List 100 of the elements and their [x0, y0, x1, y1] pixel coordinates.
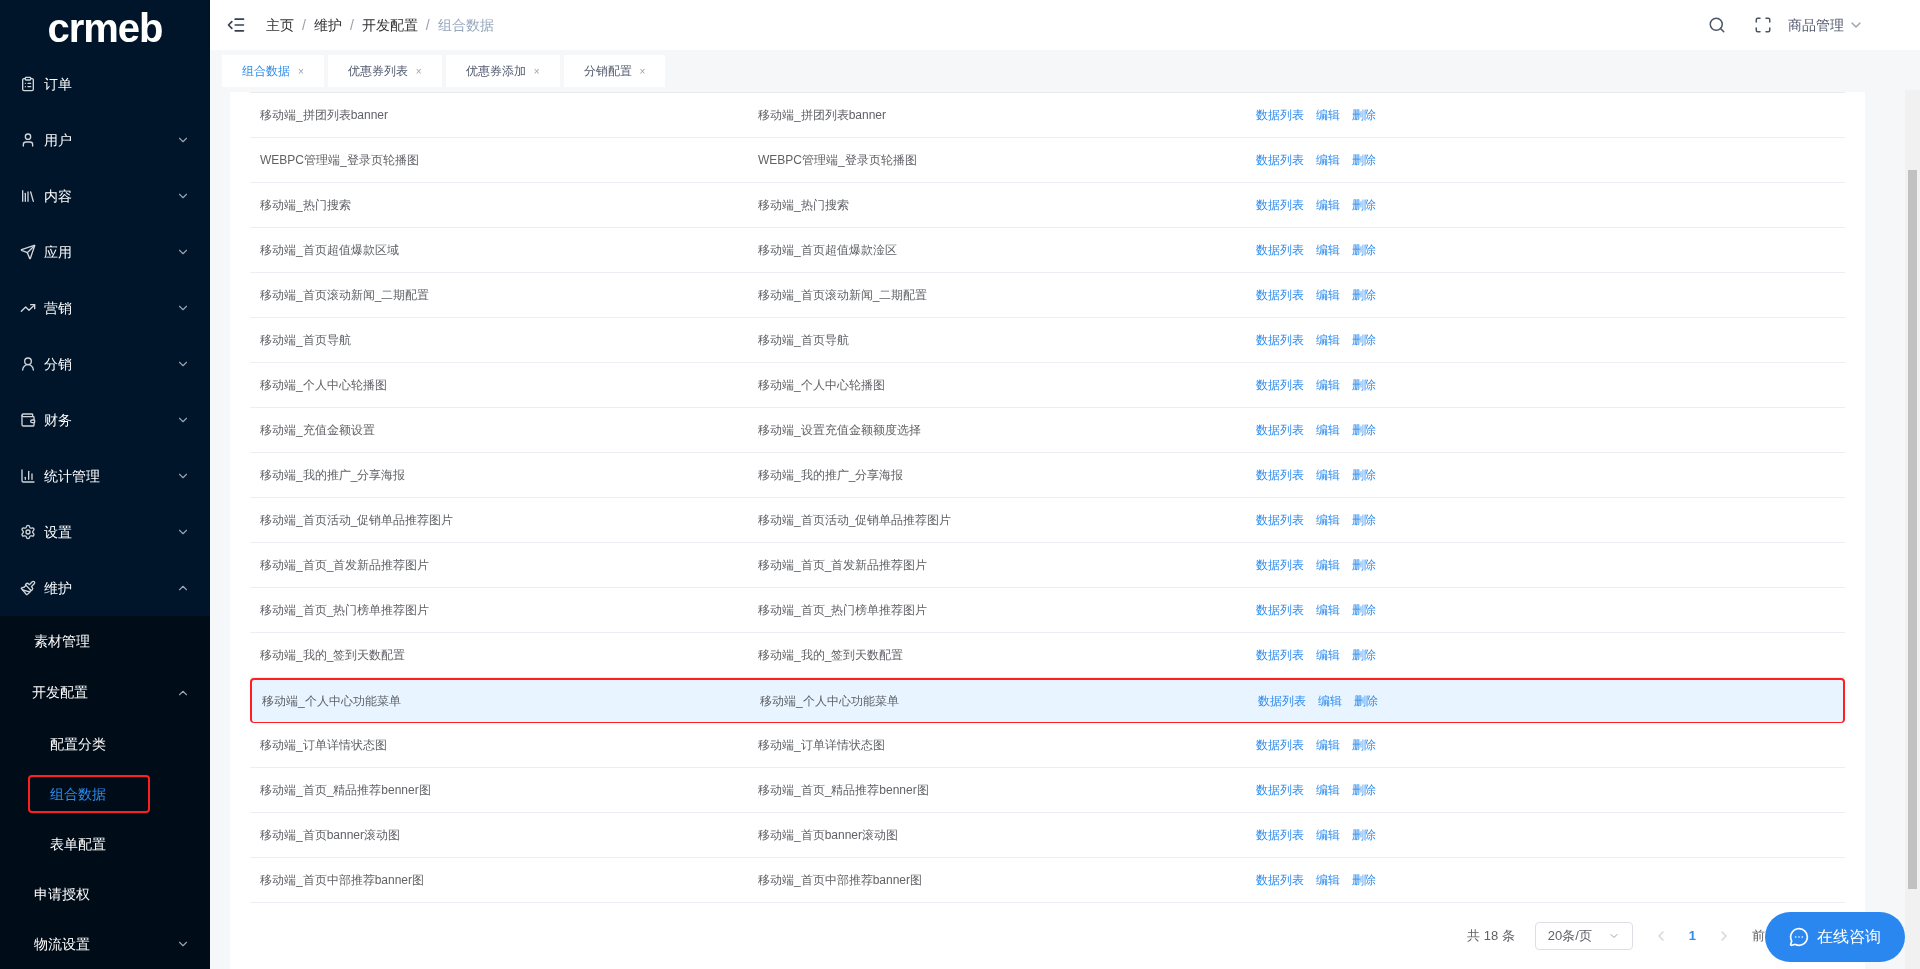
table-cell-text: 移动端_首页_精品推荐benner图 [757, 782, 930, 799]
action-link[interactable]: 删除 [1352, 421, 1376, 439]
action-link[interactable]: 编辑 [1316, 106, 1340, 124]
page-tab[interactable]: 组合数据 × [222, 55, 324, 87]
user-icon [20, 356, 36, 372]
sidebar-item[interactable]: 维护 [0, 560, 210, 616]
user-menu[interactable]: 商品管理 [1788, 14, 1864, 36]
page-tab[interactable]: 优惠券列表 × [327, 55, 442, 87]
search-icon[interactable] [1708, 16, 1726, 34]
action-link[interactable]: 数据列表 [1256, 781, 1304, 799]
bar-chart-icon [20, 468, 36, 484]
chat-button[interactable]: 在线咨询 [1765, 912, 1905, 962]
action-link[interactable]: 编辑 [1316, 151, 1340, 169]
action-link[interactable]: 编辑 [1316, 241, 1340, 259]
action-link[interactable]: 数据列表 [1256, 556, 1304, 574]
action-link[interactable]: 删除 [1352, 736, 1376, 754]
action-link[interactable]: 删除 [1352, 556, 1376, 574]
action-link[interactable]: 编辑 [1316, 826, 1340, 844]
submenu-item[interactable]: 申请授权 [32, 875, 92, 913]
page-tab[interactable]: 优惠券添加 × [445, 55, 560, 87]
submenu-item[interactable]: 素材管理 [32, 622, 92, 660]
action-link[interactable]: 数据列表 [1256, 286, 1304, 304]
fullscreen-icon[interactable] [1754, 16, 1772, 34]
tab-close[interactable]: × [298, 63, 304, 79]
action-link[interactable]: 编辑 [1318, 692, 1342, 710]
action-link[interactable]: 编辑 [1316, 376, 1340, 394]
action-link[interactable]: 数据列表 [1256, 376, 1304, 394]
submenu-item[interactable]: 配置分类 [28, 725, 150, 763]
action-link[interactable]: 编辑 [1316, 511, 1340, 529]
tab-close[interactable]: × [415, 63, 422, 79]
sidebar-item[interactable]: 财务 [0, 392, 210, 448]
action-link[interactable]: 删除 [1352, 646, 1376, 664]
action-link[interactable]: 数据列表 [1256, 826, 1304, 844]
table-cell-text: 移动端_拼团列表banner [757, 107, 888, 124]
action-link[interactable]: 编辑 [1316, 421, 1340, 439]
action-link[interactable]: 编辑 [1316, 736, 1340, 754]
action-link[interactable]: 数据列表 [1256, 421, 1304, 439]
page-size-select[interactable]: 20条/页 [1534, 922, 1633, 950]
action-link[interactable]: 删除 [1352, 376, 1376, 394]
action-link[interactable]: 删除 [1352, 871, 1376, 889]
sidebar-item[interactable]: 营销 [0, 280, 210, 336]
action-link[interactable]: 删除 [1352, 826, 1376, 844]
sidebar-item[interactable]: 设置 [0, 504, 210, 560]
action-link[interactable]: 删除 [1354, 692, 1378, 710]
submenu-item[interactable]: 开发配置 [0, 666, 210, 719]
action-link[interactable]: 数据列表 [1256, 466, 1304, 484]
action-link[interactable]: 数据列表 [1256, 106, 1304, 124]
table-cell-text: 移动端_首页超值爆款区域 [259, 242, 400, 259]
action-link[interactable]: 删除 [1352, 511, 1376, 529]
action-link[interactable]: 数据列表 [1256, 241, 1304, 259]
breadcrumb-separator: / [349, 15, 354, 35]
action-link[interactable]: 数据列表 [1256, 601, 1304, 619]
sidebar-item[interactable]: 用户 [0, 112, 210, 168]
action-link[interactable]: 数据列表 [1256, 331, 1304, 349]
table-cell-text: 移动端_拼团列表banner [259, 107, 390, 124]
action-link[interactable]: 删除 [1352, 331, 1376, 349]
breadcrumb-link[interactable]: 主页 [266, 14, 294, 36]
action-link[interactable]: 编辑 [1316, 646, 1340, 664]
action-link[interactable]: 数据列表 [1256, 511, 1304, 529]
table-cell-text: 移动端_我的_签到天数配置 [259, 647, 407, 664]
breadcrumb-link[interactable]: 维护 [313, 14, 342, 36]
action-link[interactable]: 数据列表 [1256, 151, 1304, 169]
action-link[interactable]: 编辑 [1316, 781, 1340, 799]
page-number[interactable]: 1 [1688, 926, 1696, 946]
sidebar-item[interactable]: 内容 [0, 168, 210, 224]
sidebar-item[interactable]: 统计管理 [0, 448, 210, 504]
submenu-item[interactable]: 表单配置 [28, 825, 150, 863]
table-cell-text: 移动端_充值金额设置 [259, 422, 376, 439]
action-link[interactable]: 删除 [1352, 466, 1376, 484]
submenu-item[interactable]: 物流设置 [32, 925, 92, 963]
action-link[interactable]: 编辑 [1316, 331, 1340, 349]
sidebar-item[interactable]: 分销 [0, 336, 210, 392]
page-tab[interactable]: 分销配置 × [563, 55, 666, 87]
action-link[interactable]: 数据列表 [1258, 692, 1306, 710]
action-link[interactable]: 删除 [1352, 151, 1376, 169]
sidebar-item[interactable]: 应用 [0, 224, 210, 280]
table-cell-text: 移动端_个人中心轮播图 [757, 377, 886, 394]
action-link[interactable]: 删除 [1352, 106, 1376, 124]
action-link[interactable]: 编辑 [1316, 286, 1340, 304]
action-link[interactable]: 数据列表 [1256, 646, 1304, 664]
action-link[interactable]: 数据列表 [1256, 196, 1304, 214]
sidebar-item[interactable]: 订单 [0, 56, 210, 112]
action-link[interactable]: 编辑 [1316, 556, 1340, 574]
menu-icon[interactable] [226, 15, 246, 35]
tab-close[interactable]: × [639, 63, 646, 79]
action-link[interactable]: 编辑 [1316, 466, 1340, 484]
action-link[interactable]: 编辑 [1316, 196, 1340, 214]
breadcrumb-link[interactable]: 开发配置 [361, 14, 418, 36]
submenu-item[interactable]: 组合数据 [28, 775, 150, 813]
action-link[interactable]: 数据列表 [1256, 736, 1304, 754]
action-link[interactable]: 删除 [1352, 196, 1376, 214]
action-link[interactable]: 删除 [1352, 241, 1376, 259]
action-link[interactable]: 删除 [1352, 781, 1376, 799]
action-link[interactable]: 编辑 [1316, 601, 1340, 619]
tab-close[interactable]: × [533, 63, 540, 79]
table-cell-text: WEBPC管理端_登录页轮播图 [757, 152, 918, 169]
action-link[interactable]: 删除 [1352, 601, 1376, 619]
action-link[interactable]: 删除 [1352, 286, 1376, 304]
action-link[interactable]: 数据列表 [1256, 871, 1304, 889]
action-link[interactable]: 编辑 [1316, 871, 1340, 889]
